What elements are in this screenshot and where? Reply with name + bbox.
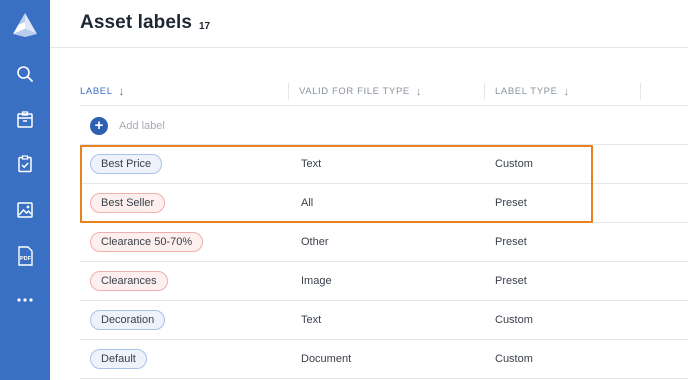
add-label-row[interactable]: + Add label bbox=[80, 107, 688, 145]
sidebar: PDF bbox=[0, 0, 50, 380]
sort-arrow-icon: ↓ bbox=[118, 85, 125, 98]
column-header-label-type[interactable]: LABEL TYPE ↓ bbox=[495, 78, 570, 105]
file-type-cell: All bbox=[301, 197, 314, 209]
table-body: Best Price Text Custom Best Seller All P… bbox=[80, 145, 688, 379]
column-divider[interactable] bbox=[484, 83, 485, 100]
table-row[interactable]: Decoration Text Custom bbox=[80, 301, 688, 340]
pdf-icon[interactable]: PDF bbox=[14, 245, 36, 267]
column-header-file-type[interactable]: VALID FOR FILE TYPE ↓ bbox=[299, 78, 422, 105]
label-type-cell: Preset bbox=[495, 236, 527, 248]
table-row[interactable]: Default Document Custom bbox=[80, 340, 688, 379]
column-header-label-type-text: LABEL TYPE bbox=[495, 86, 558, 97]
label-type-cell: Custom bbox=[495, 353, 533, 365]
image-icon[interactable] bbox=[14, 199, 36, 221]
add-label-button[interactable]: Add label bbox=[119, 120, 165, 132]
column-divider[interactable] bbox=[640, 83, 641, 100]
page-header: Asset labels 17 bbox=[50, 0, 688, 48]
add-label-plus-icon[interactable]: + bbox=[90, 116, 108, 135]
pdf-icon-label: PDF bbox=[20, 256, 32, 262]
page-title: Asset labels bbox=[80, 12, 193, 33]
table-row[interactable]: Clearances Image Preset bbox=[80, 262, 688, 301]
file-type-cell: Document bbox=[301, 353, 352, 365]
label-chip[interactable]: Clearance 50-70% bbox=[90, 232, 204, 252]
label-count: 17 bbox=[199, 21, 211, 32]
label-chip[interactable]: Default bbox=[90, 349, 147, 369]
label-type-cell: Preset bbox=[495, 275, 527, 287]
table-header: LABEL ↓ VALID FOR FILE TYPE ↓ LABEL TYPE… bbox=[80, 78, 688, 106]
labels-table-area: LABEL ↓ VALID FOR FILE TYPE ↓ LABEL TYPE… bbox=[50, 48, 688, 380]
label-type-cell: Custom bbox=[495, 158, 533, 170]
file-type-cell: Text bbox=[301, 158, 322, 170]
clipboard-check-icon[interactable] bbox=[14, 153, 36, 175]
column-header-file-type-text: VALID FOR FILE TYPE bbox=[299, 86, 410, 97]
label-type-cell: Preset bbox=[495, 197, 527, 209]
label-chip[interactable]: Decoration bbox=[90, 310, 166, 330]
search-icon[interactable] bbox=[14, 63, 36, 85]
table-row[interactable]: Best Seller All Preset bbox=[80, 184, 688, 223]
label-chip[interactable]: Best Price bbox=[90, 154, 163, 174]
more-dots-icon[interactable] bbox=[14, 289, 36, 311]
sort-arrow-icon: ↓ bbox=[415, 85, 422, 98]
table-row[interactable]: Best Price Text Custom bbox=[80, 145, 688, 184]
column-header-label[interactable]: LABEL ↓ bbox=[80, 78, 125, 105]
label-type-cell: Custom bbox=[495, 314, 533, 326]
archive-box-icon[interactable] bbox=[14, 109, 36, 131]
sort-arrow-icon: ↓ bbox=[563, 85, 570, 98]
app-logo-icon[interactable] bbox=[10, 12, 40, 38]
file-type-cell: Text bbox=[301, 314, 322, 326]
label-chip[interactable]: Clearances bbox=[90, 271, 168, 291]
table-row[interactable]: Clearance 50-70% Other Preset bbox=[80, 223, 688, 262]
column-header-label-text: LABEL bbox=[80, 86, 113, 97]
column-divider[interactable] bbox=[288, 83, 289, 100]
file-type-cell: Other bbox=[301, 236, 329, 248]
file-type-cell: Image bbox=[301, 275, 332, 287]
label-chip[interactable]: Best Seller bbox=[90, 193, 166, 213]
